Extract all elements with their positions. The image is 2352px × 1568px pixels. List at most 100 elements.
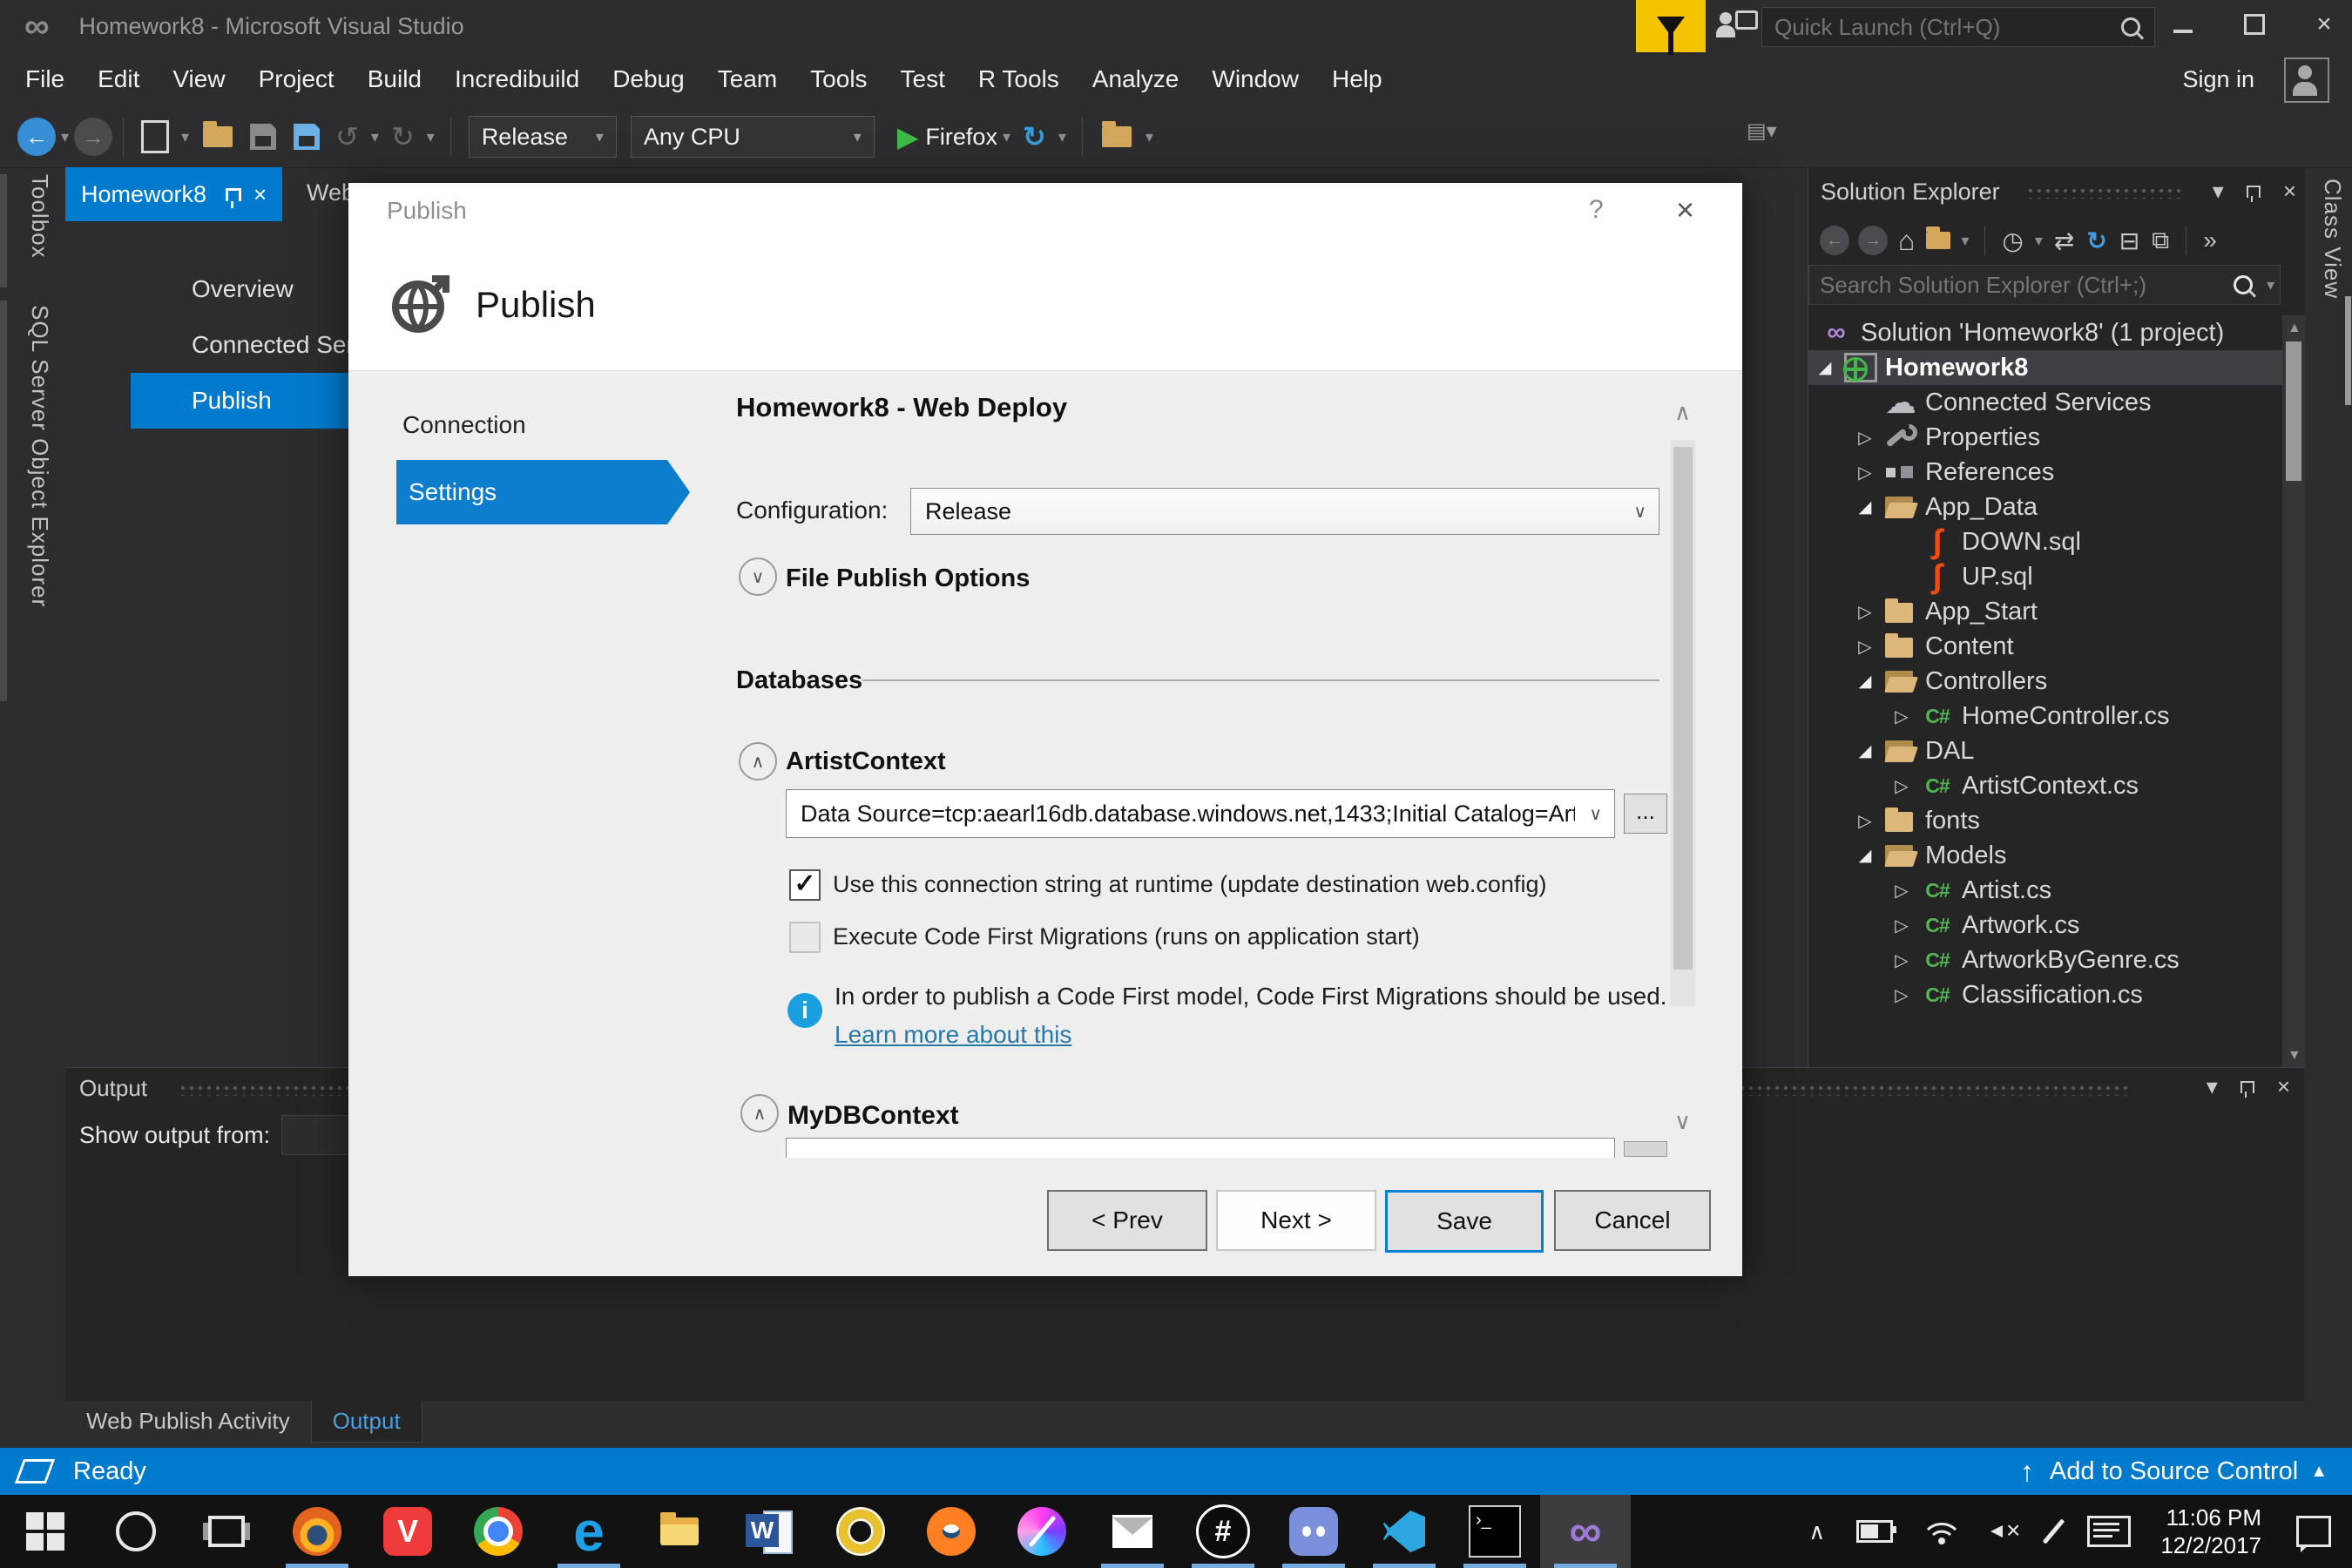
open-file-icon[interactable] xyxy=(203,121,233,147)
navigate-forward-icon[interactable]: → xyxy=(74,118,113,156)
tree-item[interactable]: App_Data xyxy=(1808,490,2283,524)
word-app[interactable] xyxy=(725,1495,815,1568)
solution-explorer-search-input[interactable] xyxy=(1809,271,2234,299)
restore-button[interactable] xyxy=(2230,0,2279,49)
home-icon[interactable]: ⌂ xyxy=(1898,225,1915,257)
tree-scrollbar[interactable]: ▲ ▼ xyxy=(2282,315,2305,1067)
menu-item[interactable]: Build xyxy=(351,52,438,106)
refresh-icon[interactable]: ↻ xyxy=(2086,226,2106,255)
expander-icon[interactable] xyxy=(1848,741,1882,761)
undo-icon[interactable]: ↺ xyxy=(335,120,359,153)
menu-item[interactable]: Tools xyxy=(794,52,883,106)
window-position-icon[interactable]: ▾ xyxy=(2207,1073,2218,1100)
cortana-button[interactable] xyxy=(91,1495,181,1568)
browser-target[interactable]: Firefox xyxy=(925,124,997,151)
quick-launch-box[interactable] xyxy=(1761,7,2155,47)
dialog-nav-connection[interactable]: Connection xyxy=(402,411,526,439)
expander-icon[interactable] xyxy=(1848,672,1882,692)
next-button[interactable]: Next > xyxy=(1216,1190,1376,1251)
artist-context-expander[interactable]: ∧ xyxy=(739,742,777,781)
tree-item[interactable]: Controllers xyxy=(1808,664,2283,699)
blender-app[interactable] xyxy=(906,1495,997,1568)
scrollbar-thumb[interactable] xyxy=(2286,341,2301,481)
expander-icon[interactable] xyxy=(1848,601,1882,623)
gold-ring-app[interactable] xyxy=(815,1495,906,1568)
mydb-browse-button[interactable] xyxy=(1624,1141,1667,1157)
expander-icon[interactable] xyxy=(1885,880,1918,902)
tree-item[interactable]: App_Start xyxy=(1808,594,2283,629)
toolbar-overflow-icon[interactable]: » xyxy=(2203,226,2217,254)
expander-icon[interactable] xyxy=(1848,810,1882,832)
tree-item[interactable]: HomeController.cs xyxy=(1808,699,2283,733)
back-icon[interactable]: ← xyxy=(1820,226,1849,255)
connection-string-combobox[interactable]: ∨ xyxy=(786,789,1615,838)
find-in-files-icon[interactable] xyxy=(1101,121,1132,147)
expander-icon[interactable] xyxy=(1885,915,1918,936)
touch-keyboard-icon[interactable] xyxy=(2087,1516,2132,1547)
document-tab-web-partial[interactable]: Web xyxy=(307,179,355,206)
scroll-up-icon[interactable]: ∧ xyxy=(1674,399,1691,426)
expander-icon[interactable] xyxy=(1848,636,1882,658)
solution-explorer-search[interactable]: ▾ xyxy=(1808,265,2281,305)
paint3d-app[interactable] xyxy=(997,1495,1087,1568)
vscode-app[interactable] xyxy=(1359,1495,1450,1568)
save-icon[interactable] xyxy=(250,124,276,150)
start-button[interactable] xyxy=(0,1495,91,1568)
configuration-dropdown[interactable]: Release ▾ xyxy=(468,116,617,158)
taskbar-clock[interactable]: 11:06 PM 12/2/2017 xyxy=(2160,1504,2261,1559)
dialog-close-icon[interactable]: × xyxy=(1676,192,1694,228)
save-button[interactable]: Save xyxy=(1385,1190,1544,1253)
configuration-select[interactable]: Release ∨ xyxy=(910,488,1659,535)
menu-item[interactable]: Window xyxy=(1195,52,1315,106)
feedback-flag-button[interactable] xyxy=(1636,0,1706,55)
minimize-button[interactable] xyxy=(2159,0,2207,49)
scroll-up-icon[interactable]: ▲ xyxy=(2288,321,2301,336)
expander-icon[interactable] xyxy=(1885,950,1918,971)
tool-window-tab[interactable]: Web Publish Activity xyxy=(65,1401,311,1442)
tree-item[interactable]: Homework8 xyxy=(1808,350,2283,385)
sidebar-tab-sql-server-object-explorer[interactable]: SQL Server Object Explorer xyxy=(26,305,53,607)
expander-icon[interactable] xyxy=(1808,358,1842,378)
add-to-source-control-button[interactable]: Add to Source Control xyxy=(2050,1457,2298,1486)
code-first-migrations-label[interactable]: Execute Code First Migrations (runs on a… xyxy=(833,923,1420,950)
tree-item[interactable]: DAL xyxy=(1808,733,2283,768)
tree-item[interactable]: Solution 'Homework8' (1 project) xyxy=(1808,315,2283,350)
quick-launch-input[interactable] xyxy=(1762,13,2121,41)
right-scrollbar[interactable] xyxy=(2345,296,2351,405)
battery-icon[interactable] xyxy=(1856,1520,1897,1543)
connection-string-input[interactable] xyxy=(787,799,1578,828)
tree-item[interactable]: Artwork.cs xyxy=(1808,908,2283,943)
dialog-nav-settings[interactable]: Settings xyxy=(396,460,690,524)
sign-in-link[interactable]: Sign in xyxy=(2182,52,2254,106)
action-center-icon[interactable] xyxy=(2296,1516,2331,1552)
menu-item[interactable]: Team xyxy=(701,52,794,106)
pin-icon[interactable] xyxy=(2240,1080,2254,1098)
close-panel-icon[interactable]: × xyxy=(2283,178,2296,205)
scrollbar-thumb[interactable] xyxy=(1673,447,1693,970)
tree-item[interactable]: Properties xyxy=(1808,420,2283,455)
menu-item[interactable]: View xyxy=(156,52,241,106)
menu-item[interactable]: R Tools xyxy=(962,52,1076,106)
tree-item[interactable]: References xyxy=(1808,455,2283,490)
visual-studio-app[interactable] xyxy=(1540,1495,1631,1568)
pin-icon[interactable] xyxy=(226,187,242,208)
mydb-connection-string-field[interactable] xyxy=(786,1138,1615,1158)
mydb-context-expander[interactable]: ∧ xyxy=(740,1094,779,1132)
tree-item[interactable]: Classification.cs xyxy=(1808,977,2283,1012)
expander-icon[interactable] xyxy=(1885,984,1918,1006)
expander-icon[interactable] xyxy=(1885,706,1918,727)
tree-item[interactable]: fonts xyxy=(1808,803,2283,838)
menu-item[interactable]: Test xyxy=(884,52,962,106)
learn-more-link[interactable]: Learn more about this xyxy=(835,1021,1071,1049)
wifi-icon[interactable] xyxy=(1924,1517,1959,1545)
firefox-app[interactable] xyxy=(272,1495,362,1568)
send-feedback-button[interactable] xyxy=(1716,10,1758,44)
document-tab-homework8[interactable]: Homework8 × xyxy=(65,167,283,221)
tree-item[interactable]: ArtworkByGenre.cs xyxy=(1808,943,2283,977)
toolbar-options-icon[interactable]: ▾ xyxy=(1146,128,1153,146)
pen-icon[interactable] xyxy=(2042,1517,2065,1546)
file-publish-options-expander[interactable]: ∨ xyxy=(739,558,777,596)
tray-expand-icon[interactable]: ∧ xyxy=(1808,1518,1825,1545)
start-debug-icon[interactable]: ▶ xyxy=(897,120,919,153)
tool-window-tab[interactable]: Output xyxy=(310,1401,422,1443)
